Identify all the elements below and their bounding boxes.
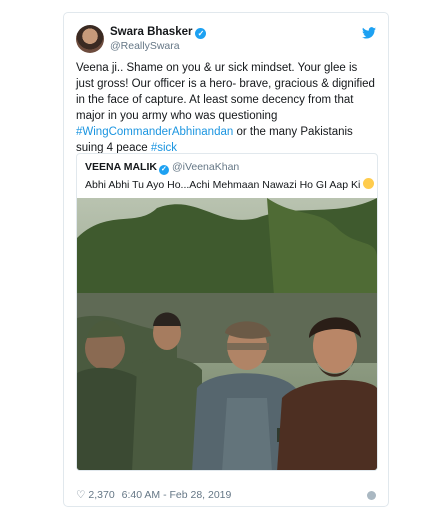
hashtag-link[interactable]: #WingCommanderAbhinandan: [76, 126, 233, 138]
verified-badge-icon: ✓: [195, 28, 207, 39]
info-icon[interactable]: [367, 491, 376, 500]
author-handle[interactable]: @ReallySwara: [110, 40, 180, 52]
quoted-handle: @iVeenaKhan: [171, 161, 240, 173]
quoted-photo[interactable]: [77, 198, 377, 471]
quoted-tweet[interactable]: VEENA MALIK ✓ @iVeenaKhan Abhi Abhi Tu Ayo…: [76, 153, 378, 471]
quoted-text: Abhi Abhi Tu Ayo Ho...Achi Mehmaan Nawaz…: [85, 178, 375, 191]
author-avatar[interactable]: [76, 25, 104, 53]
tweet-card[interactable]: Swara Bhasker ✓ @ReallySwara Veena ji.. S…: [63, 12, 389, 507]
quoted-author[interactable]: VEENA MALIK ✓ @iVeenaKhan: [85, 161, 239, 175]
author-name[interactable]: Swara Bhasker ✓: [110, 26, 207, 39]
winking-tongue-emoji-icon: [363, 178, 375, 189]
heart-icon[interactable]: ♡: [76, 489, 85, 501]
tweet-text: Veena ji.. Shame on you & ur sick mindse…: [76, 62, 375, 154]
tweet-footer: ♡ 2,370 6:40 AM - Feb 28, 2019: [76, 489, 378, 501]
verified-badge-icon: ✓: [158, 165, 169, 175]
timestamp[interactable]: 6:40 AM - Feb 28, 2019: [122, 489, 232, 501]
twitter-bird-icon[interactable]: [362, 27, 376, 39]
like-count[interactable]: 2,370: [88, 489, 114, 501]
